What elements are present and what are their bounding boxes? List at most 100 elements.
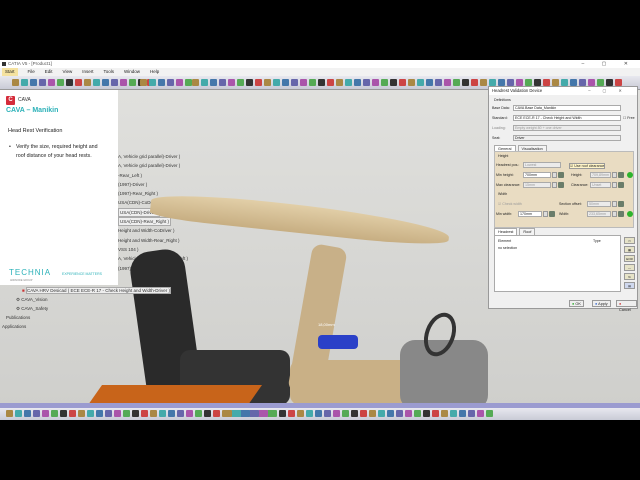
toolbar-tool-icon[interactable]	[24, 410, 31, 417]
toolbar-tool-icon[interactable]	[201, 79, 208, 86]
toolbar-tool-icon[interactable]	[12, 79, 19, 86]
toolbar-tool-icon[interactable]	[432, 410, 439, 417]
toolbar-tool-icon[interactable]	[246, 79, 253, 86]
toolbar-tool-icon[interactable]	[291, 79, 298, 86]
toolbar-tool-icon[interactable]	[149, 79, 156, 86]
tab-headrest[interactable]: Headrest	[494, 228, 518, 235]
eor-button[interactable]: EOR	[624, 255, 635, 262]
toolbar-tool-icon[interactable]	[270, 410, 277, 417]
toolbar-tool-icon[interactable]	[176, 79, 183, 86]
toolbar-tool-icon[interactable]	[498, 79, 505, 86]
tree-node[interactable]: A, Vehicle grid parallel)-Driver )	[118, 152, 188, 161]
toolbar-tool-icon[interactable]	[414, 410, 421, 417]
toolbar-tool-icon[interactable]	[279, 410, 286, 417]
toolbar-tool-icon[interactable]	[141, 410, 148, 417]
toolbar-tool-icon[interactable]	[129, 79, 136, 86]
toolbar-tool-icon[interactable]	[390, 79, 397, 86]
toolbar-tool-icon[interactable]	[444, 79, 451, 86]
dialog-controls[interactable]: –▢✕	[588, 87, 634, 95]
toolbar-tool-icon[interactable]	[489, 79, 496, 86]
toolbar-tool-icon[interactable]	[561, 79, 568, 86]
toolbar-tool-icon[interactable]	[21, 79, 28, 86]
toolbar-tool-icon[interactable]	[450, 410, 457, 417]
toolbar-tool-icon[interactable]	[168, 410, 175, 417]
free-checkbox[interactable]: ☐ Free	[623, 116, 635, 120]
toolbar-tool-icon[interactable]	[468, 410, 475, 417]
toolbar-tool-icon[interactable]	[360, 410, 367, 417]
toolbar-tool-icon[interactable]	[426, 79, 433, 86]
table-button[interactable]: ▤	[624, 282, 635, 289]
measure-icon[interactable]	[558, 172, 564, 178]
menu-help[interactable]: Help	[150, 68, 159, 76]
toolbar-tool-icon[interactable]	[471, 79, 478, 86]
tree-node[interactable]: ⚙ CAVA_Vision	[2, 295, 171, 304]
toolbar-tool-icon[interactable]	[516, 79, 523, 86]
toolbar-tool-icon[interactable]	[288, 410, 295, 417]
toolbar-tool-icon[interactable]	[51, 410, 58, 417]
toolbar-tool-icon[interactable]	[234, 410, 241, 417]
toolbar-tool-icon[interactable]	[132, 410, 139, 417]
tree-node[interactable]: -Rear_Left )	[118, 171, 188, 180]
toolbar-tool-icon[interactable]	[57, 79, 64, 86]
toolbar-tool-icon[interactable]	[399, 79, 406, 86]
toolbar-tool-icon[interactable]	[309, 79, 316, 86]
toolbar-tool-icon[interactable]	[105, 410, 112, 417]
toolbar-tool-icon[interactable]	[114, 410, 121, 417]
toolbar-tool-icon[interactable]	[255, 79, 262, 86]
toolbar-tool-icon[interactable]	[225, 410, 232, 417]
apply-button[interactable]: ● Apply	[592, 300, 611, 307]
menu-view[interactable]: View	[63, 68, 73, 76]
menu-file[interactable]: File	[28, 68, 35, 76]
min-height-spinner[interactable]	[552, 172, 557, 178]
toolbar-tool-icon[interactable]	[417, 79, 424, 86]
measure-icon[interactable]	[549, 211, 555, 217]
min-height-field[interactable]: 700mm	[523, 172, 551, 178]
toolbar-tool-icon[interactable]	[480, 79, 487, 86]
toolbar-tool-icon[interactable]	[363, 79, 370, 86]
toolbar-tool-icon[interactable]	[96, 410, 103, 417]
toolbar-tool-icon[interactable]	[351, 410, 358, 417]
toolbar-tool-icon[interactable]	[318, 79, 325, 86]
toolbar-tool-icon[interactable]	[48, 79, 55, 86]
standard-dropdown[interactable]: ECE ECE-R 17 - Check Height and Width	[513, 115, 621, 121]
toolbar-tool-icon[interactable]	[177, 410, 184, 417]
select-button[interactable]: ▭	[624, 237, 635, 244]
section-offset-spinner[interactable]	[612, 201, 617, 207]
toolbar-tool-icon[interactable]	[228, 79, 235, 86]
section-offset-field[interactable]: 50mm	[587, 201, 611, 207]
toolbar-tool-icon[interactable]	[185, 79, 192, 86]
toolbar-tool-icon[interactable]	[453, 79, 460, 86]
toolbar-tool-icon[interactable]	[378, 410, 385, 417]
toolbar-tool-icon[interactable]	[369, 410, 376, 417]
toolbar-tool-icon[interactable]	[243, 410, 250, 417]
toolbar-tool-icon[interactable]	[150, 410, 157, 417]
measure-icon[interactable]	[618, 211, 624, 217]
menu-edit[interactable]: Edit	[45, 68, 53, 76]
toolbar-tool-icon[interactable]	[405, 410, 412, 417]
toolbar-tool-icon[interactable]	[93, 79, 100, 86]
toolbar-tool-icon[interactable]	[69, 410, 76, 417]
tree-node[interactable]: Publications	[2, 313, 171, 322]
toolbar-tool-icon[interactable]	[345, 79, 352, 86]
toolbar-tool-icon[interactable]	[192, 79, 199, 86]
toolbar-tool-icon[interactable]	[342, 410, 349, 417]
tree-node[interactable]: A, Vehicle grid parallel)-Driver )	[118, 161, 188, 170]
menu-tools[interactable]: Tools	[104, 68, 115, 76]
toolbar-tool-icon[interactable]	[543, 79, 550, 86]
toolbar-tool-icon[interactable]	[78, 410, 85, 417]
toolbar-tool-icon[interactable]	[336, 79, 343, 86]
toolbar-tool-icon[interactable]	[39, 79, 46, 86]
toolbar-tool-icon[interactable]	[195, 410, 202, 417]
toolbar-tool-icon[interactable]	[75, 79, 82, 86]
toolbar-tool-icon[interactable]	[486, 410, 493, 417]
toolbar-tool-icon[interactable]	[477, 410, 484, 417]
toolbar-tool-icon[interactable]	[606, 79, 613, 86]
toolbar-tool-icon[interactable]	[30, 79, 37, 86]
toolbar-tool-icon[interactable]	[615, 79, 622, 86]
measure-icon[interactable]	[618, 172, 624, 178]
toolbar-tool-icon[interactable]	[213, 410, 220, 417]
toolbar-tool-icon[interactable]	[42, 410, 49, 417]
measure-icon[interactable]	[618, 182, 624, 188]
toolbar-tool-icon[interactable]	[408, 79, 415, 86]
toolbar-tool-icon[interactable]	[324, 410, 331, 417]
